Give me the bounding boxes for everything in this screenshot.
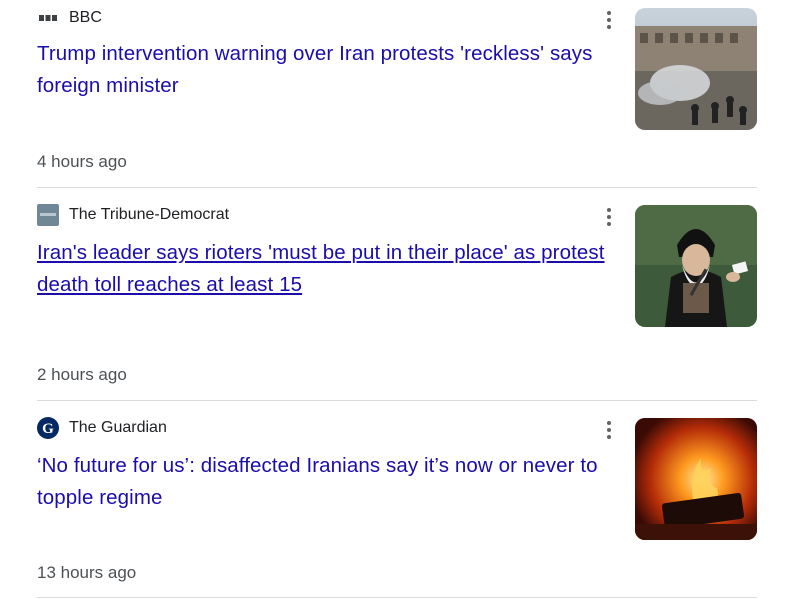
bbc-logo-icon [37,7,59,29]
news-item: G The Guardian ‘No future for us’: disaf… [37,417,757,593]
article-timestamp: 4 hours ago [37,152,127,171]
more-options-icon[interactable] [597,418,621,442]
street-protest-smoke-image[interactable] [635,8,757,130]
source-row: G The Guardian [37,417,167,439]
source-name: BBC [69,9,102,26]
guardian-logo-icon: G [37,417,59,439]
cleric-speaking-image[interactable] [635,205,757,327]
article-timestamp: 2 hours ago [37,365,127,384]
source-name: The Guardian [69,419,167,436]
article-headline-link[interactable]: ‘No future for us’: disaffected Iranians… [37,450,629,514]
news-item: The Tribune-Democrat Iran's leader says … [37,204,757,390]
source-row: The Tribune-Democrat [37,204,230,226]
more-options-icon[interactable] [597,205,621,229]
source-row: BBC [37,8,102,28]
article-headline-link[interactable]: Trump intervention warning over Iran pro… [37,38,629,102]
article-headline-link[interactable]: Iran's leader says rioters 'must be put … [37,237,629,301]
tribune-democrat-logo-icon [37,204,59,226]
more-options-icon[interactable] [597,8,621,32]
article-timestamp: 13 hours ago [37,563,137,582]
burning-vehicle-image[interactable] [635,418,757,540]
source-name: The Tribune-Democrat [69,206,230,223]
news-item: BBC Trump intervention warning over Iran… [37,8,757,178]
svg-text:G: G [42,421,54,437]
divider [37,187,757,188]
divider [37,597,757,598]
divider [37,400,757,401]
